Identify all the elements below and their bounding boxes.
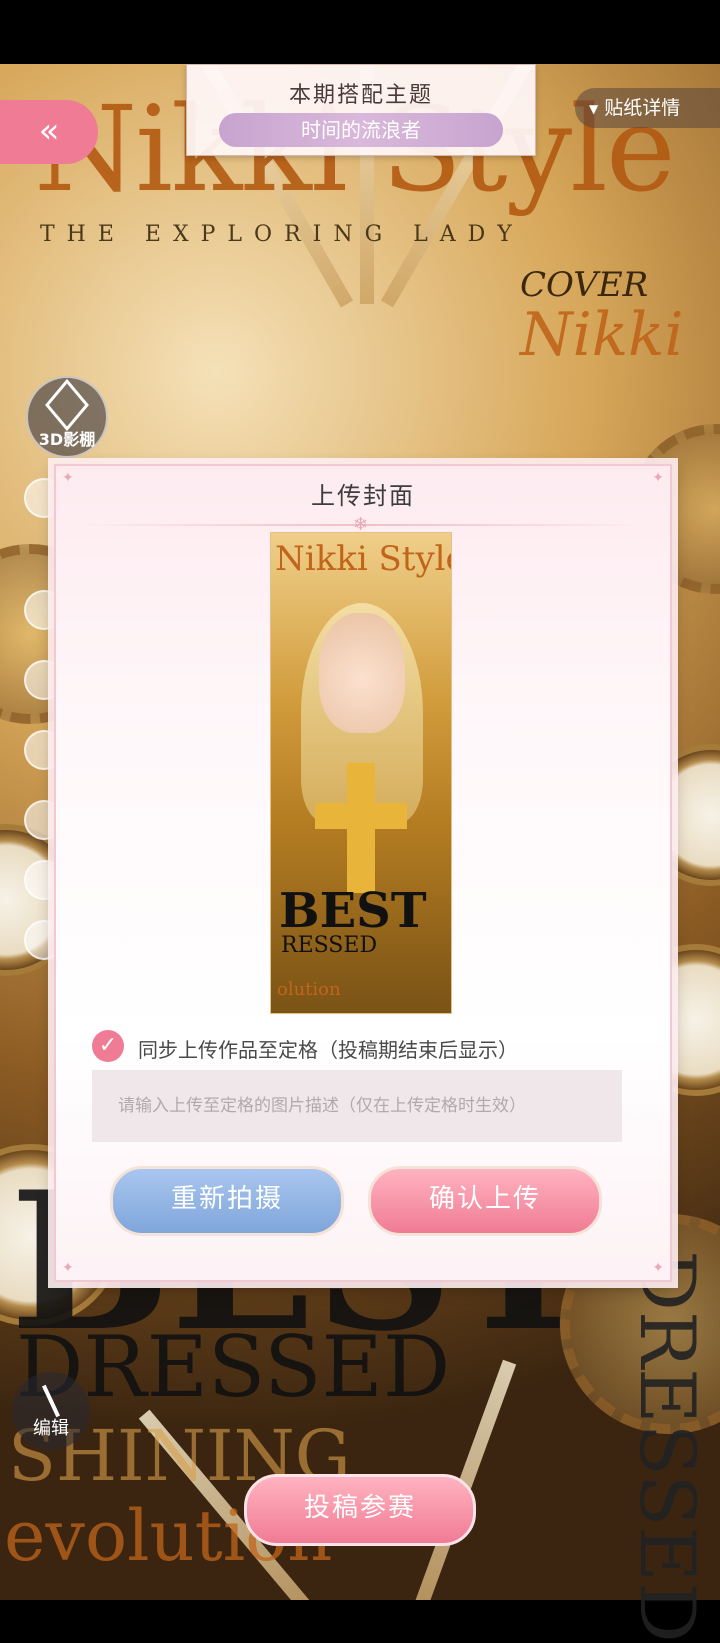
preview-best: BEST [279,883,427,939]
sticker-details-button[interactable]: ▼ 贴纸详情 [575,88,720,128]
cover-label: COVER [520,265,649,305]
theme-name-pill: 时间的流浪者 [219,113,503,147]
confirm-upload-button[interactable]: 确认上传 [368,1166,602,1236]
corner-star-icon: ✦ [62,1260,74,1276]
preview-masthead: Nikki Style [275,539,452,579]
sticker-details-label: 贴纸详情 [604,97,681,119]
upload-cover-dialog: ✦ ✦ ✦ ✦ 上传封面 ❄ Nikki Style BEST RESSED o… [54,464,672,1282]
theme-banner: 本期搭配主题 时间的流浪者 [186,64,536,156]
cover-vertical-text: DRESSED [623,1250,712,1643]
edit-button[interactable]: 编辑 [12,1372,90,1450]
double-chevron-left-icon: « [38,111,60,151]
3d-studio-label: 3D影棚 [38,430,96,449]
3d-studio-button[interactable]: 3D影棚 [26,376,108,458]
preview-dressed: RESSED [281,933,378,958]
dialog-title: 上传封面 [311,482,415,510]
cover-preview-image: Nikki Style BEST RESSED olution [270,532,452,1014]
triangle-down-icon: ▼ [589,101,599,116]
description-input[interactable] [92,1070,622,1142]
preview-evolution: olution [277,979,341,1000]
status-bar [0,0,720,64]
pen-icon [42,1384,60,1418]
submit-entry-button[interactable]: 投稿参赛 [244,1474,476,1546]
cube-icon [45,378,89,432]
cover-name: Nikki [520,300,684,370]
preview-cross [315,803,407,829]
corner-star-icon: ✦ [652,1260,664,1276]
preview-face [319,613,405,733]
back-button[interactable]: « [0,100,98,164]
edit-label: 编辑 [33,1418,69,1439]
checkbox-checked-icon[interactable]: ✓ [92,1030,124,1062]
theme-title: 本期搭配主题 [288,83,433,108]
sync-upload-label: 同步上传作品至定格（投稿期结束后显示） [138,1038,518,1062]
cover-subtitle: THE EXPLORING LADY [40,222,524,247]
retake-button[interactable]: 重新拍摄 [110,1166,344,1236]
